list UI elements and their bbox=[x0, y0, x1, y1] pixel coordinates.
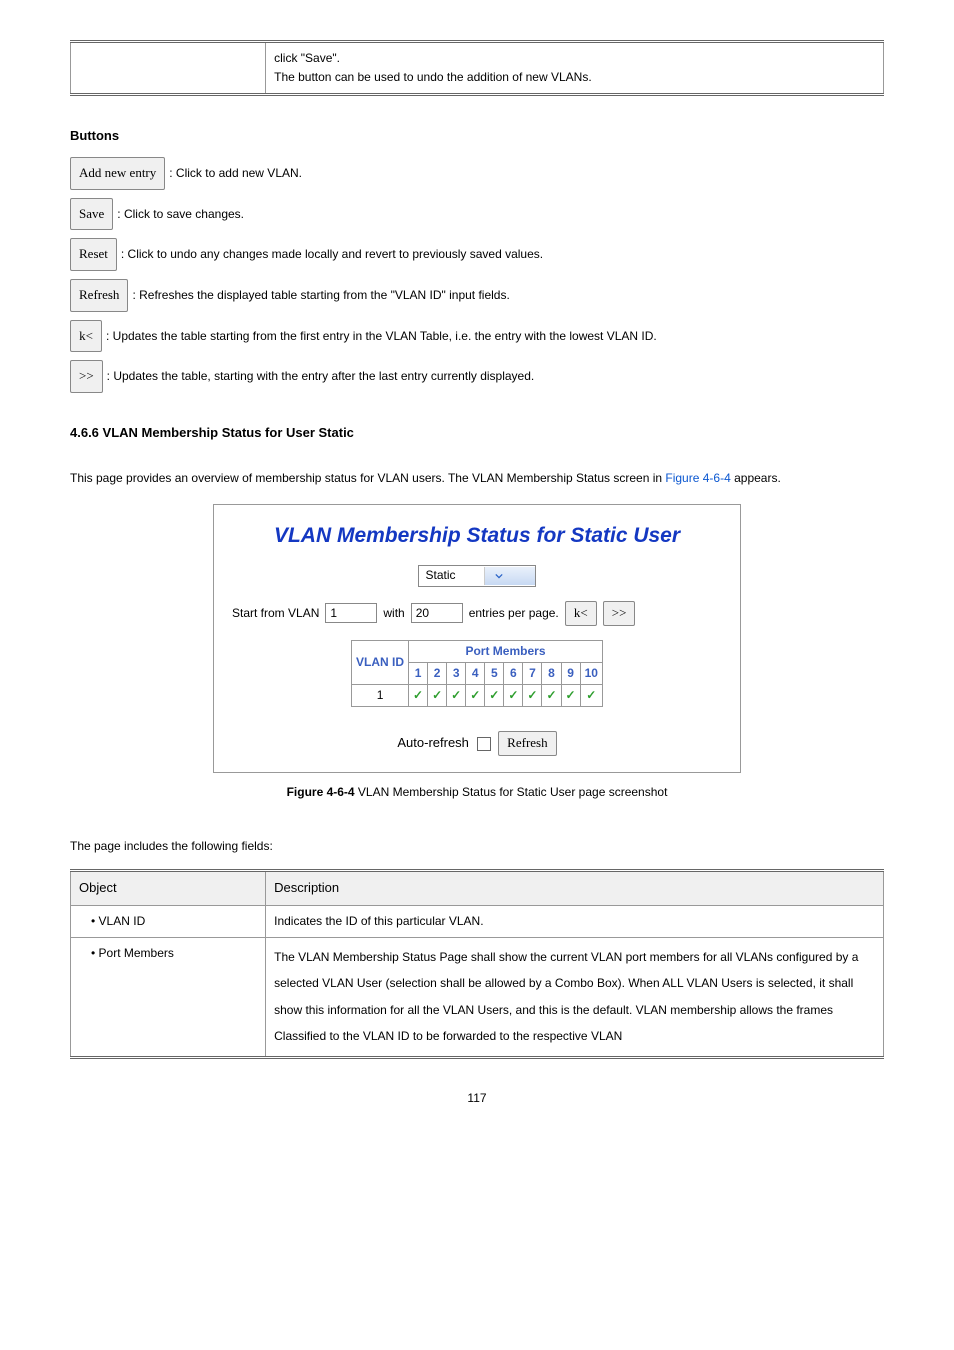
port-header-9: 9 bbox=[561, 662, 580, 684]
fields-h2: Description bbox=[266, 871, 884, 906]
figure-caption: Figure 4-6-4 VLAN Membership Status for … bbox=[70, 783, 884, 802]
page-number: 117 bbox=[70, 1089, 884, 1108]
fields-r2-desc: The VLAN Membership Status Page shall sh… bbox=[266, 938, 884, 1058]
port-header-8: 8 bbox=[542, 662, 561, 684]
top-continuation-table: click "Save". The button can be used to … bbox=[70, 40, 884, 96]
port-check-6: ✓ bbox=[504, 685, 523, 707]
port-header-5: 5 bbox=[485, 662, 504, 684]
first-page-button[interactable]: k< bbox=[565, 601, 597, 626]
port-check-1: ✓ bbox=[409, 685, 428, 707]
refresh-button[interactable]: Refresh bbox=[498, 731, 556, 756]
button-desc-text: : Refreshes the displayed table starting… bbox=[132, 282, 509, 308]
button-desc-text: : Click to save changes. bbox=[117, 201, 244, 227]
port-check-3: ✓ bbox=[447, 685, 466, 707]
fields-r1-desc: Indicates the ID of this particular VLAN… bbox=[266, 905, 884, 937]
dropdown-value: Static bbox=[419, 566, 483, 585]
intro-text-2: appears. bbox=[731, 471, 781, 485]
auto-refresh-checkbox[interactable] bbox=[477, 737, 491, 751]
port-header-7: 7 bbox=[523, 662, 542, 684]
next-page-button[interactable]: >> bbox=[603, 601, 636, 626]
auto-refresh-row: Auto-refresh Refresh bbox=[232, 731, 722, 756]
vlan-row-id: 1 bbox=[352, 685, 409, 707]
fields-h1: Object bbox=[71, 871, 266, 906]
port-check-2: ✓ bbox=[428, 685, 447, 707]
button-description-row: Save: Click to save changes. bbox=[70, 198, 884, 231]
fields-r2-obj: Port Members bbox=[71, 938, 266, 1058]
button-description-row: k<: Updates the table starting from the … bbox=[70, 320, 884, 353]
user-type-dropdown[interactable]: Static bbox=[418, 565, 535, 587]
controls-row: Start from VLAN with entries per page. k… bbox=[232, 601, 722, 626]
fields-r1-obj: VLAN ID bbox=[71, 905, 266, 937]
doc-button-reset[interactable]: Reset bbox=[70, 238, 117, 271]
port-members-table: VLAN ID Port Members 12345678910 1 ✓✓✓✓✓… bbox=[351, 640, 603, 708]
port-header-4: 4 bbox=[466, 662, 485, 684]
doc-button-save[interactable]: Save bbox=[70, 198, 113, 231]
button-description-row: Refresh: Refreshes the displayed table s… bbox=[70, 279, 884, 312]
chevron-down-icon bbox=[484, 567, 535, 585]
fields-intro: The page includes the following fields: bbox=[70, 832, 884, 861]
entries-label: entries per page. bbox=[469, 604, 559, 623]
doc-button--[interactable]: >> bbox=[70, 360, 103, 393]
port-header-1: 1 bbox=[409, 662, 428, 684]
doc-button-k-[interactable]: k< bbox=[70, 320, 102, 353]
port-header-6: 6 bbox=[504, 662, 523, 684]
vlanid-header: VLAN ID bbox=[352, 640, 409, 684]
port-members-header: Port Members bbox=[409, 640, 603, 662]
port-header-10: 10 bbox=[580, 662, 602, 684]
buttons-heading: Buttons bbox=[70, 126, 884, 147]
intro-text-1: This page provides an overview of member… bbox=[70, 471, 665, 485]
button-desc-text: : Updates the table, starting with the e… bbox=[107, 363, 535, 389]
doc-button-refresh[interactable]: Refresh bbox=[70, 279, 128, 312]
intro-paragraph: This page provides an overview of member… bbox=[70, 464, 884, 493]
figure-label-text: Figure 4-6-4 bbox=[287, 785, 355, 799]
figure-caption-text: VLAN Membership Status for Static User p… bbox=[355, 785, 668, 799]
figure-title: VLAN Membership Status for Static User bbox=[232, 519, 722, 553]
button-desc-text: : Updates the table starting from the fi… bbox=[106, 323, 657, 349]
top-line-1: click "Save". bbox=[274, 49, 875, 68]
subsection-heading: 4.6.6 VLAN Membership Status for User St… bbox=[70, 423, 884, 444]
port-check-7: ✓ bbox=[523, 685, 542, 707]
entries-input[interactable] bbox=[411, 603, 463, 623]
port-check-10: ✓ bbox=[580, 685, 602, 707]
port-check-4: ✓ bbox=[466, 685, 485, 707]
auto-refresh-label: Auto-refresh bbox=[397, 735, 469, 750]
port-header-2: 2 bbox=[428, 662, 447, 684]
button-description-row: Reset: Click to undo any changes made lo… bbox=[70, 238, 884, 271]
port-header-3: 3 bbox=[447, 662, 466, 684]
doc-button-add-new-entry[interactable]: Add new entry bbox=[70, 157, 165, 190]
button-description-row: >>: Updates the table, starting with the… bbox=[70, 360, 884, 393]
figure-box: VLAN Membership Status for Static User S… bbox=[213, 504, 741, 773]
figure-link[interactable]: Figure 4-6-4 bbox=[665, 471, 730, 485]
port-check-8: ✓ bbox=[542, 685, 561, 707]
button-desc-text: : Click to undo any changes made locally… bbox=[121, 241, 543, 267]
top-right-cell: click "Save". The button can be used to … bbox=[266, 42, 884, 95]
port-check-5: ✓ bbox=[485, 685, 504, 707]
start-vlan-input[interactable] bbox=[325, 603, 377, 623]
button-desc-text: : Click to add new VLAN. bbox=[169, 160, 302, 186]
button-description-row: Add new entry: Click to add new VLAN. bbox=[70, 157, 884, 190]
with-label: with bbox=[383, 604, 404, 623]
fields-table: Object Description VLAN ID Indicates the… bbox=[70, 869, 884, 1059]
port-check-9: ✓ bbox=[561, 685, 580, 707]
top-left-cell bbox=[71, 42, 266, 95]
start-from-label: Start from VLAN bbox=[232, 604, 319, 623]
top-line-2: The button can be used to undo the addit… bbox=[274, 68, 875, 87]
